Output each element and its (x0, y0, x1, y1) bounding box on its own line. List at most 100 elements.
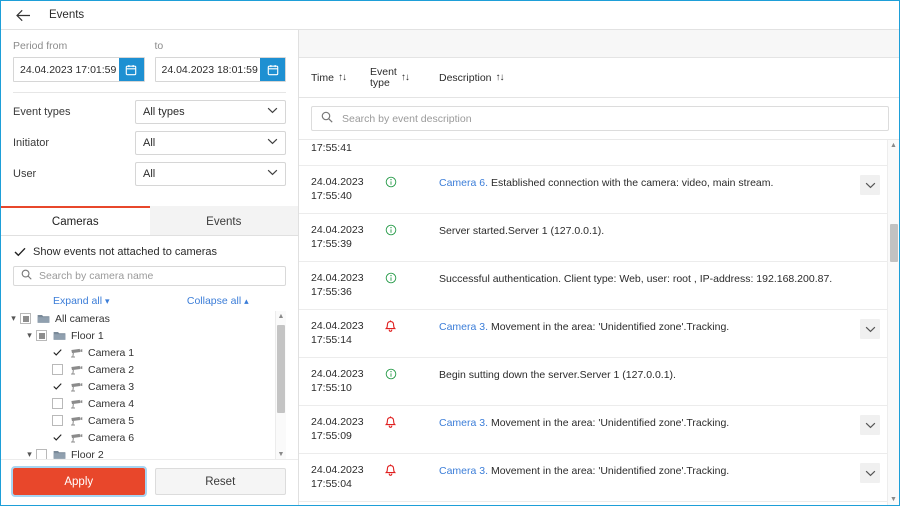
initiator-select[interactable]: All (135, 131, 286, 155)
calendar-icon[interactable] (118, 58, 144, 81)
event-search-placeholder: Search by event description (342, 112, 472, 125)
calendar-icon[interactable] (260, 58, 285, 81)
tree-controls: Expand all ▾ Collapse all ▴ (13, 295, 286, 307)
tree-node-camera-5[interactable]: Camera 5 (7, 413, 264, 428)
events-list: 17:55:41 24.04.2023 17:55:40 Camera 6. Est… (299, 140, 887, 505)
apply-button[interactable]: Apply (11, 466, 147, 497)
chevron-down-icon[interactable]: ▾ (23, 449, 36, 459)
event-expand-cell (853, 319, 887, 339)
events-search-row: Search by event description (299, 98, 899, 139)
tree-node-checkbox[interactable] (52, 432, 63, 444)
event-expand-cell (853, 463, 887, 483)
chevron-up-icon: ▴ (244, 296, 249, 307)
period-from-value[interactable]: 24.04.2023 17:01:59 (14, 58, 119, 81)
tab-events[interactable]: Events (149, 206, 298, 235)
period-to-value[interactable]: 24.04.2023 18:01:59 (156, 58, 261, 81)
table-row[interactable]: 24.04.2023 17:55:14 Camera 3. Movement in … (299, 310, 887, 358)
reset-button[interactable]: Reset (154, 468, 286, 495)
events-panel: Time ↑↓ Event type ↑↓ Description ↑↓ Sea… (299, 30, 899, 505)
column-header-description-label: Description (439, 71, 492, 84)
apply-label: Apply (64, 475, 94, 488)
column-header-description[interactable]: Description ↑↓ (439, 71, 505, 84)
scroll-down-icon[interactable]: ▼ (888, 494, 899, 505)
user-label: User (13, 168, 37, 180)
tree-node-camera-6[interactable]: Camera 6 (7, 430, 264, 445)
table-row[interactable]: 24.04.2023 17:55:36 Successful authenticat… (299, 262, 887, 310)
period-from-group: Period from 24.04.2023 17:01:59 (13, 40, 145, 82)
chevron-down-icon[interactable]: ▾ (23, 330, 36, 341)
event-types-select[interactable]: All types (135, 100, 286, 124)
chevron-down-icon (267, 169, 278, 179)
chevron-down-icon: ▾ (104, 296, 110, 307)
camera-link[interactable]: Camera 6. (439, 177, 488, 189)
tree-node-checkbox[interactable] (36, 449, 47, 459)
sort-updown-icon: ↑↓ (400, 72, 410, 83)
scroll-down-icon[interactable]: ▼ (276, 449, 286, 459)
event-description-text: Movement in the area: 'Unidentified zone… (490, 465, 730, 477)
period-to-field[interactable]: 24.04.2023 18:01:59 (154, 57, 286, 82)
scroll-up-icon[interactable]: ▲ (888, 140, 899, 151)
tree-node-camera-3[interactable]: Camera 3 (7, 379, 264, 394)
tree-node-all-cameras[interactable]: ▾ All cameras (7, 311, 264, 326)
table-row[interactable]: 24.04.2023Camera 3. Movement in the area… (299, 502, 887, 505)
tree-node-checkbox[interactable] (52, 347, 63, 359)
tree-node-checkbox[interactable] (52, 398, 63, 410)
tree-node-checkbox[interactable] (20, 313, 31, 325)
tab-cameras-label: Cameras (51, 215, 99, 228)
tree-node-camera-1[interactable]: Camera 1 (7, 345, 264, 360)
list-item-partial[interactable]: 17:55:41 (299, 140, 887, 166)
event-description-text: Movement in the area: 'Unidentified zone… (490, 321, 730, 333)
chevron-down-icon[interactable]: ▾ (7, 313, 20, 324)
table-row[interactable]: 24.04.2023 17:55:04 Camera 3. Movement in … (299, 454, 887, 502)
table-row[interactable]: 24.04.2023 17:55:10 Begin sutting down the… (299, 358, 887, 406)
user-value: All (143, 168, 156, 180)
user-select[interactable]: All (135, 162, 286, 186)
collapse-all-label: Collapse all (186, 295, 242, 308)
camera-link[interactable]: Camera 3. (439, 417, 488, 429)
tree-node-camera-4[interactable]: Camera 4 (7, 396, 264, 411)
column-header-time[interactable]: Time ↑↓ (311, 72, 370, 84)
events-list-scrollbar[interactable]: ▲ ▼ (887, 140, 899, 505)
tree-node-checkbox[interactable] (36, 330, 47, 342)
expand-all-link[interactable]: Expand all ▾ (53, 295, 110, 307)
collapse-all-link[interactable]: Collapse all ▴ (187, 295, 249, 307)
tree-node-label: Camera 1 (88, 346, 135, 359)
back-arrow-icon[interactable] (13, 5, 33, 25)
table-row[interactable]: 24.04.2023 17:55:09 Camera 3. Movement in … (299, 406, 887, 454)
tree-node-checkbox[interactable] (52, 381, 63, 393)
events-window: Events Period from 24.04.2023 17:01:59 t… (0, 0, 900, 506)
tree-node-checkbox[interactable] (52, 364, 63, 376)
table-row[interactable]: 24.04.2023 17:55:40 Camera 6. Established … (299, 166, 887, 214)
table-row[interactable]: 24.04.2023 17:55:39 Server started.Server … (299, 214, 887, 262)
camera-tree-scrollbar[interactable]: ▲ ▼ (275, 311, 286, 459)
tree-node-floor-1[interactable]: ▾ Floor 1 (7, 328, 264, 343)
column-header-event-type[interactable]: Event type ↑↓ (370, 66, 439, 89)
tree-node-floor-2[interactable]: ▾ Floor 2 (7, 447, 264, 459)
period-from-field[interactable]: 24.04.2023 17:01:59 (13, 57, 145, 82)
camera-link[interactable]: Camera 3. (439, 321, 488, 333)
scroll-up-icon[interactable]: ▲ (276, 311, 286, 321)
expand-row-button[interactable] (860, 415, 880, 435)
scrollbar-thumb[interactable] (890, 224, 898, 262)
camera-link[interactable]: Camera 3. (439, 465, 488, 477)
tree-node-checkbox[interactable] (52, 415, 63, 427)
event-description-text: Server started.Server 1 (127.0.0.1). (439, 225, 605, 237)
initiator-value: All (143, 137, 156, 149)
event-description: Successful authentication. Client type: … (439, 271, 853, 286)
tree-node-camera-2[interactable]: Camera 2 (7, 362, 264, 377)
expand-row-button[interactable] (860, 175, 880, 195)
tab-cameras[interactable]: Cameras (1, 206, 150, 235)
tree-node-label: Camera 4 (88, 397, 135, 410)
search-icon (321, 110, 333, 128)
expand-row-button[interactable] (860, 463, 880, 483)
tree-node-label: Camera 2 (88, 363, 135, 376)
event-search-input[interactable]: Search by event description (311, 106, 889, 131)
divider (13, 92, 286, 93)
show-unattached-events-checkbox[interactable]: Show events not attached to cameras (1, 236, 298, 260)
expand-row-button[interactable] (860, 319, 880, 339)
camera-search-input[interactable]: Search by camera name (13, 266, 286, 287)
checkmark-icon (13, 245, 26, 258)
sidebar-tabs: Cameras Events (1, 206, 298, 236)
column-header-time-label: Time (311, 71, 334, 84)
scrollbar-thumb[interactable] (277, 325, 285, 414)
